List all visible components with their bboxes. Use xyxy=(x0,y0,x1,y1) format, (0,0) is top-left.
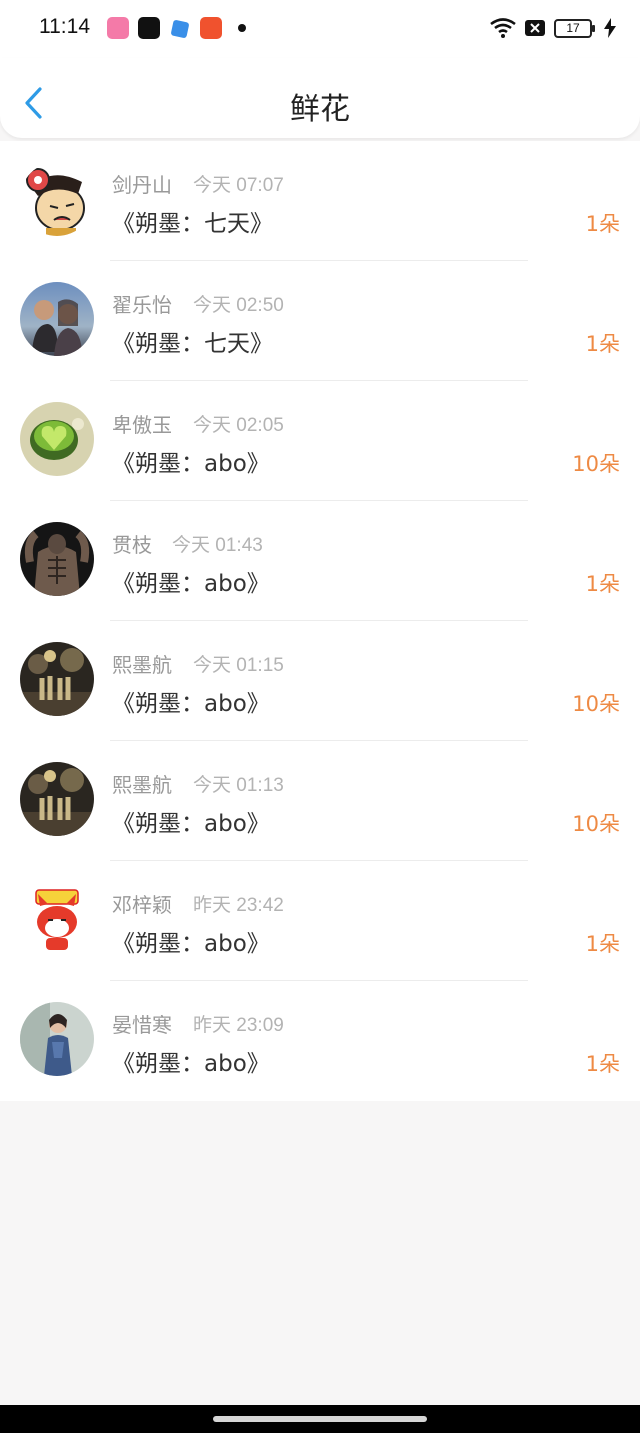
sender-name: 晏惜寒 xyxy=(112,1013,172,1037)
avatar[interactable] xyxy=(20,162,94,236)
avatar[interactable] xyxy=(20,762,94,836)
gift-time: 今天 02:05 xyxy=(193,415,284,436)
charging-icon xyxy=(604,18,616,38)
tiktok-app-icon xyxy=(138,17,160,39)
no-sim-icon xyxy=(525,20,545,36)
flower-count: 1朵 xyxy=(585,932,620,956)
sender-name: 熙墨航 xyxy=(112,773,172,797)
flower-count: 1朵 xyxy=(585,1052,620,1076)
app-header: 鲜花 xyxy=(0,58,640,138)
gift-time: 今天 02:50 xyxy=(193,295,284,316)
gift-time: 今天 01:43 xyxy=(172,535,263,556)
home-indicator[interactable] xyxy=(213,1416,427,1422)
gesture-nav-bar xyxy=(0,1405,640,1433)
list-item[interactable]: 邓梓颖 昨天 23:42 《朔墨：abo》 1朵 xyxy=(0,861,640,981)
more-notifications-dot xyxy=(238,24,246,32)
sender-name: 剑丹山 xyxy=(112,173,172,197)
avatar[interactable] xyxy=(20,642,94,716)
wifi-icon xyxy=(490,18,516,38)
sender-name: 卑傲玉 xyxy=(112,413,172,437)
list-item[interactable]: 熙墨航 今天 01:15 《朔墨：abo》 10朵 xyxy=(0,621,640,741)
gift-time: 今天 01:13 xyxy=(193,775,284,796)
list-item[interactable]: 晏惜寒 昨天 23:09 《朔墨：abo》 1朵 xyxy=(0,981,640,1101)
gift-time: 今天 07:07 xyxy=(193,175,284,196)
list-item[interactable]: 翟乐怡 今天 02:50 《朔墨：七天》 1朵 xyxy=(0,261,640,381)
book-title: 《朔墨：abo》 xyxy=(112,931,270,957)
flower-count: 10朵 xyxy=(572,812,620,836)
gift-time: 昨天 23:42 xyxy=(193,895,284,916)
sender-name: 熙墨航 xyxy=(112,653,172,677)
avatar[interactable] xyxy=(20,522,94,596)
avatar[interactable] xyxy=(20,402,94,476)
flower-gift-list: 剑丹山 今天 07:07 《朔墨：七天》 1朵 翟乐怡 今天 02:50 《朔墨… xyxy=(0,141,640,1101)
avatar[interactable] xyxy=(20,1002,94,1076)
list-item[interactable]: 贯枝 今天 01:43 《朔墨：abo》 1朵 xyxy=(0,501,640,621)
book-title: 《朔墨：七天》 xyxy=(112,331,273,357)
book-title: 《朔墨：abo》 xyxy=(112,1051,270,1077)
book-title: 《朔墨：abo》 xyxy=(112,691,270,717)
battery-indicator: 17 xyxy=(554,18,595,38)
book-title: 《朔墨：七天》 xyxy=(112,211,273,237)
list-item[interactable]: 熙墨航 今天 01:13 《朔墨：abo》 10朵 xyxy=(0,741,640,861)
flower-count: 1朵 xyxy=(585,572,620,596)
app-notification-icon xyxy=(170,19,190,39)
page-title: 鲜花 xyxy=(290,92,350,127)
flower-count: 10朵 xyxy=(572,692,620,716)
book-title: 《朔墨：abo》 xyxy=(112,571,270,597)
gift-time: 昨天 23:09 xyxy=(193,1015,284,1036)
book-title: 《朔墨：abo》 xyxy=(112,451,270,477)
list-item[interactable]: 卑傲玉 今天 02:05 《朔墨：abo》 10朵 xyxy=(0,381,640,501)
sender-name: 翟乐怡 xyxy=(112,293,172,317)
gift-time: 今天 01:15 xyxy=(193,655,284,676)
status-time: 11:14 xyxy=(39,15,90,38)
book-title: 《朔墨：abo》 xyxy=(112,811,270,837)
flower-count: 10朵 xyxy=(572,452,620,476)
avatar[interactable] xyxy=(20,282,94,356)
list-item[interactable]: 剑丹山 今天 07:07 《朔墨：七天》 1朵 xyxy=(0,141,640,261)
flower-count: 1朵 xyxy=(585,212,620,236)
bilibili-app-icon xyxy=(107,17,129,39)
sender-name: 邓梓颖 xyxy=(112,893,172,917)
avatar[interactable] xyxy=(20,882,94,956)
status-bar: 11:14 17 xyxy=(0,0,640,58)
video-app-icon xyxy=(200,17,222,39)
sender-name: 贯枝 xyxy=(112,533,152,557)
flower-count: 1朵 xyxy=(585,332,620,356)
